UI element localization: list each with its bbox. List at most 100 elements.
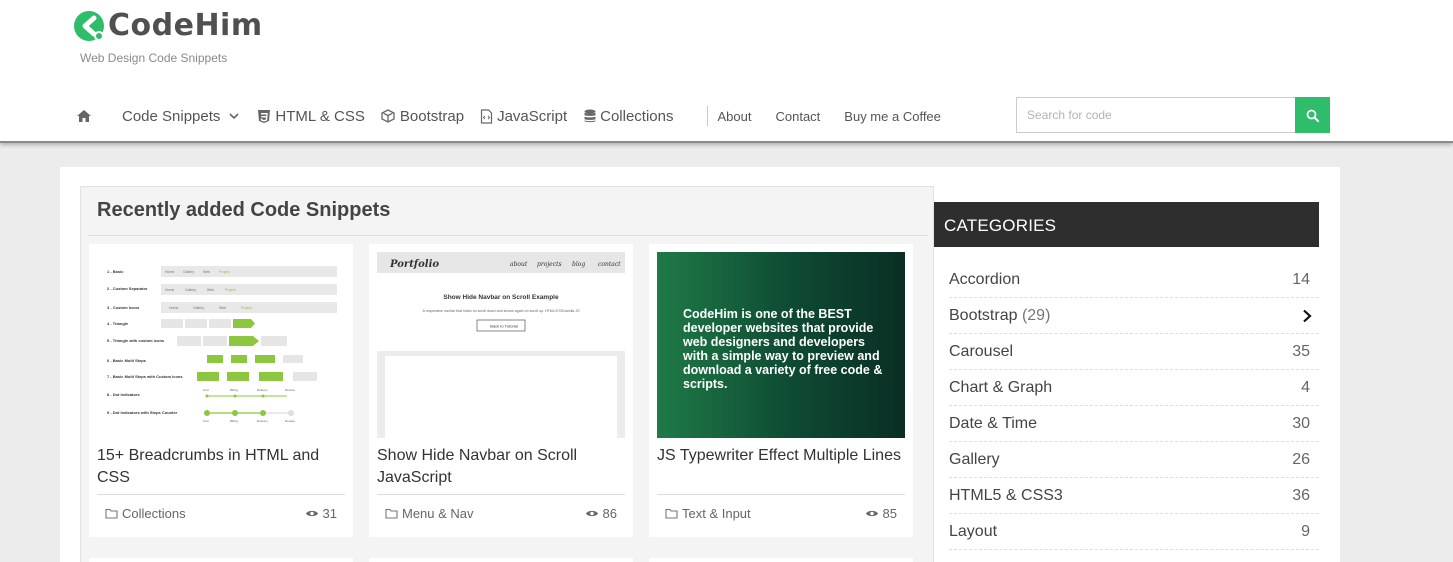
chevron-right-icon [1303,309,1312,322]
category-count: 14 [1292,270,1310,288]
preview-step-text: Cart [203,419,209,423]
preview-crumb-text: Home [165,270,174,274]
preview-step-text: Billing [230,419,238,423]
category-count: (29) [1021,306,1051,324]
preview-row-label: 9 - Dot Indicators with Steps Counter [107,410,178,415]
preview-nav-link: contact [598,261,621,268]
nav-contact[interactable]: Contact [775,109,820,124]
snippet-category[interactable]: Text & Input [665,506,751,521]
home-icon [77,110,91,122]
nav-javascript-label: JavaScript [497,107,568,125]
preview-crumb-text: Project [241,306,252,310]
html5-icon [258,109,271,123]
category-count: 4 [1301,378,1310,396]
preview-crumb-text: Project [225,288,236,292]
nav-buy-coffee[interactable]: Buy me a Coffee [844,109,941,124]
site-tagline: Web Design Code Snippets [80,51,228,65]
navbar-preview-image: Portfolio about projects blog contact Sh… [377,252,625,438]
category-item-chart-graph[interactable]: Chart & Graph 4 [949,370,1319,406]
category-name: Bootstrap [949,306,1018,324]
nav-html-css[interactable]: HTML & CSS [257,107,365,125]
snippet-views-count: 86 [602,506,617,521]
typewriter-preview-text: CodeHim is one of the BEST developer web… [683,307,883,391]
category-item-accordion[interactable]: Accordion 14 [949,262,1319,298]
category-item-date-time[interactable]: Date & Time 30 [949,406,1319,442]
nav-bootstrap[interactable]: Bootstrap [381,108,464,125]
snippet-card-3[interactable]: CodeHim is one of the BEST developer web… [649,244,913,537]
preview-nav-link: blog [572,261,585,268]
category-item-layout[interactable]: Layout 9 [949,514,1319,550]
preview-step-text: Delivery [257,419,268,423]
preview-crumb-text: Web [219,306,226,310]
preview-nav-link: about [510,261,528,268]
search-input[interactable] [1016,97,1295,133]
snippet-card-partial [89,558,353,562]
snippet-thumbnail-navbar[interactable]: Portfolio about projects blog contact Sh… [377,252,625,438]
snippet-category-label: Text & Input [682,506,751,521]
preview-heading: Show Hide Navbar on Scroll Example [443,294,559,301]
snippet-thumbnail-breadcrumbs[interactable]: 1 - Basic 2 - Custom Separator 3 - Custo… [97,252,345,438]
preview-crumb-text: Gallery [185,288,196,292]
preview-row-label: 3 - Custom Icons [107,305,140,310]
nav-home[interactable] [76,109,92,123]
eye-icon [305,510,318,517]
snippet-category-label: Menu & Nav [402,506,474,521]
snippet-category[interactable]: Menu & Nav [385,506,474,521]
category-item-html5-css3[interactable]: HTML5 & CSS3 36 [949,478,1319,514]
category-name: HTML5 & CSS3 [949,486,1063,504]
search-icon [1306,109,1319,122]
nav-divider [706,106,708,126]
nav-javascript[interactable]: JavaScript [480,108,567,125]
folder-icon [105,508,118,519]
category-name: Carousel [949,342,1014,360]
preview-back-label: Back to Tutorial [490,324,518,329]
preview-subtext: A responsive navbar that hides on scroll… [422,309,580,313]
snippet-title[interactable]: Show Hide Navbar on Scroll JavaScript [377,445,627,489]
category-count: 30 [1292,414,1310,432]
category-item-gallery[interactable]: Gallery 26 [949,442,1319,478]
snippet-card-partial [649,558,913,562]
folder-icon [385,508,398,519]
category-count: 35 [1292,342,1310,360]
snippet-category[interactable]: Collections [105,506,186,521]
preview-crumb-text: Web [203,270,210,274]
preview-row-label: 7 - Basic Multi Steps with Custom Icons [107,374,183,379]
preview-step-text: Cart [203,388,209,392]
category-count: 26 [1292,450,1310,468]
snippet-views-count: 31 [322,506,337,521]
logo-text: CodeHim [108,8,263,43]
database-icon [584,109,596,123]
search-button[interactable] [1295,97,1330,133]
snippet-thumbnail-typewriter[interactable]: CodeHim is one of the BEST developer web… [657,252,905,438]
nav-about[interactable]: About [718,109,752,124]
preview-crumb-text: Web [207,288,214,292]
preview-crumb-text: Home [169,306,178,310]
snippet-card-1[interactable]: 1 - Basic 2 - Custom Separator 3 - Custo… [89,244,353,537]
nav-code-snippets[interactable]: Code Snippets [122,108,239,125]
cube-icon [381,109,395,123]
preview-content-block [385,356,617,438]
preview-step-text: Delivery [257,388,268,392]
preview-brand: Portfolio [389,259,439,270]
site-logo[interactable]: CodeHim [72,8,263,44]
category-name-with-count: Bootstrap (29) [949,307,1050,325]
category-item-carousel[interactable]: Carousel 35 [949,334,1319,370]
categories-header: CATEGORIES [934,202,1319,247]
eye-icon [865,510,878,517]
snippet-card-2[interactable]: Portfolio about projects blog contact Sh… [369,244,633,537]
preview-row-label: 2 - Custom Separator [107,286,148,291]
category-name: Date & Time [949,414,1038,432]
snippet-title[interactable]: JS Typewriter Effect Multiple Lines [657,445,907,467]
preview-crumb-text: Project [219,270,230,274]
preview-row-label: 4 - Triangle [107,321,129,326]
breadcrumbs-preview-image: 1 - Basic 2 - Custom Separator 3 - Custo… [107,266,337,423]
category-item-bootstrap[interactable]: Bootstrap (29) [949,298,1319,334]
nav-html-css-label: HTML & CSS [275,107,365,125]
category-name: Layout [949,522,998,540]
nav-collections[interactable]: Collections [584,108,674,125]
site-header: CodeHim Web Design Code Snippets Code Sn… [0,0,1453,143]
section-title: Recently added Code Snippets [97,199,391,221]
snippet-title[interactable]: 15+ Breadcrumbs in HTML and CSS [97,445,347,489]
folder-icon [665,508,678,519]
preview-step-text: Review [285,388,296,392]
